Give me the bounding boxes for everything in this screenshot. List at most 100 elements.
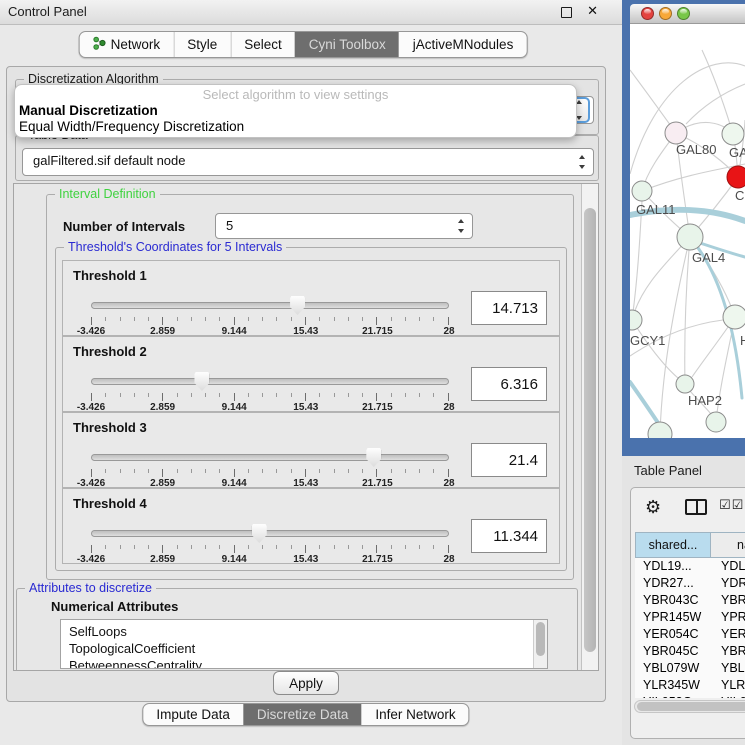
network-node-gal-top[interactable] xyxy=(722,123,744,145)
table-row[interactable]: YER054CYER0 xyxy=(635,626,745,643)
dropdown-option-manual-discretization[interactable]: Manual Discretization xyxy=(19,103,572,119)
network-node-node-bottom-left[interactable] xyxy=(648,422,672,438)
control-panel-titlebar: Control Panel ✕ xyxy=(0,0,622,25)
cell-shared-name: YDL19... xyxy=(635,558,709,575)
attribute-item-betweennesscentrality[interactable]: BetweennessCentrality xyxy=(61,657,533,669)
tab-select[interactable]: Select xyxy=(230,32,295,57)
tab-infer-network[interactable]: Infer Network xyxy=(361,704,468,725)
close-traffic-light[interactable] xyxy=(641,7,654,20)
gear-icon[interactable]: ⚙ xyxy=(645,494,661,520)
cell-shared-name: YBR045C xyxy=(635,643,709,660)
settings-scrollbar[interactable] xyxy=(581,184,598,670)
network-node-hap2[interactable] xyxy=(676,375,694,393)
float-window-icon[interactable] xyxy=(561,7,572,18)
tab-label: Cyni Toolbox xyxy=(309,37,386,52)
dropdown-option-equal-width-frequency-discretization[interactable]: Equal Width/Frequency Discretization xyxy=(19,119,572,135)
slider-thumb[interactable] xyxy=(366,448,381,467)
checkbox-icons[interactable]: ☑☑ xyxy=(719,497,744,513)
tab-style[interactable]: Style xyxy=(173,32,230,57)
slider-thumb[interactable] xyxy=(290,296,305,315)
node-label-gal4: GAL4 xyxy=(692,250,725,265)
cell-name: YDR2 xyxy=(709,575,745,592)
threshold-slider: -3.4262.8599.14415.4321.71528 xyxy=(91,447,449,485)
apply-button[interactable]: Apply xyxy=(273,671,339,695)
column-header-shared[interactable]: shared... xyxy=(636,533,711,557)
table-row[interactable]: YLR345WYLR3 xyxy=(635,677,745,694)
table-horizontal-scrollbar[interactable] xyxy=(634,700,745,713)
threshold-panel-4: Threshold 4 -3.4262.8599.14415.4321.71528… xyxy=(62,488,560,564)
threshold-label: Threshold 1 xyxy=(73,268,147,283)
settings-scroll-area: Interval Definition Number of Intervals … xyxy=(13,183,599,671)
network-node-gal4[interactable] xyxy=(677,224,703,250)
cell-name: YBL0 xyxy=(709,660,745,677)
table-header: shared...na xyxy=(635,532,745,558)
network-window-titlebar[interactable] xyxy=(630,4,745,24)
table-row[interactable]: YDL19...YDL1 xyxy=(635,558,745,575)
network-node-node-bottom[interactable] xyxy=(706,412,726,432)
slider-thumb[interactable] xyxy=(194,372,209,391)
scrollbar-thumb[interactable] xyxy=(584,208,596,652)
minimize-traffic-light[interactable] xyxy=(659,7,672,20)
tab-network[interactable]: Network xyxy=(80,32,174,57)
cell-shared-name: YBL079W xyxy=(635,660,709,677)
slider-track[interactable] xyxy=(91,378,449,385)
node-label-gal80: GAL80 xyxy=(676,142,716,157)
tick-label: 9.144 xyxy=(222,554,247,565)
table-row[interactable]: YDR27...YDR2 xyxy=(635,575,745,592)
slider-track[interactable] xyxy=(91,454,449,461)
threshold-value-field[interactable]: 6.316 xyxy=(471,367,547,401)
table-row[interactable]: YBR045CYBR0 xyxy=(635,643,745,660)
network-node-gal11[interactable] xyxy=(632,181,652,201)
table-row[interactable]: YBR043CYBR0 xyxy=(635,592,745,609)
slider-ticks xyxy=(91,545,449,553)
tab-discretize-data[interactable]: Discretize Data xyxy=(243,704,362,725)
tab-impute-data[interactable]: Impute Data xyxy=(143,704,243,725)
network-node-h[interactable] xyxy=(723,305,745,329)
scrollbar-thumb[interactable] xyxy=(536,622,545,656)
slider-ticks xyxy=(91,317,449,325)
combo-stepper-icon[interactable] xyxy=(456,218,467,234)
tick-label: 2.859 xyxy=(150,554,175,565)
slider-track[interactable] xyxy=(91,530,449,537)
network-view[interactable]: GAL80GACGAL11GAL4GCY1HHAP2 xyxy=(630,24,745,438)
cell-shared-name: YLR345W xyxy=(635,677,709,694)
tab-jactivemnodules[interactable]: jActiveMNodules xyxy=(399,32,527,57)
attributes-group: Attributes to discretize Numerical Attri… xyxy=(16,588,578,671)
network-node-gcy1[interactable] xyxy=(630,310,642,330)
threshold-value-field[interactable]: 14.713 xyxy=(471,291,547,325)
threshold-value-field[interactable]: 11.344 xyxy=(471,519,547,553)
slider-track[interactable] xyxy=(91,302,449,309)
columns-icon[interactable] xyxy=(685,499,707,515)
tick-label: 21.715 xyxy=(362,554,393,565)
number-of-intervals-combo[interactable]: 5 xyxy=(215,213,473,239)
threshold-slider: -3.4262.8599.14415.4321.71528 xyxy=(91,523,449,561)
network-node-selected-red[interactable] xyxy=(727,166,745,188)
cell-name: YLR3 xyxy=(709,677,745,694)
tab-cyni-toolbox[interactable]: Cyni Toolbox xyxy=(295,32,399,57)
algorithm-dropdown: Select algorithm to view settings Manual… xyxy=(14,84,577,138)
column-header-na[interactable]: na xyxy=(711,533,745,557)
table-row[interactable]: YPR145WYPR1 xyxy=(635,609,745,626)
cell-name: YPR1 xyxy=(709,609,745,626)
table-data-combo[interactable]: galFiltered.sif default node xyxy=(22,148,594,176)
tab-label: jActiveMNodules xyxy=(413,37,514,52)
table-row[interactable]: YIL052CYIL0 xyxy=(635,694,745,698)
cell-shared-name: YIL052C xyxy=(635,694,709,698)
table-toolbar: ⚙ ☑☑ xyxy=(631,492,745,522)
zoom-traffic-light[interactable] xyxy=(677,7,690,20)
bottom-tab-bar: Impute DataDiscretize Data Infer Network xyxy=(142,703,469,726)
network-node-gal80[interactable] xyxy=(665,122,687,144)
top-tab-bar: NetworkStyleSelect Cyni Toolbox jActiveMNo… xyxy=(79,31,528,58)
threshold-label: Threshold 4 xyxy=(73,496,147,511)
threshold-value-field[interactable]: 21.4 xyxy=(471,443,547,477)
attribute-item-topologicalcoefficient[interactable]: TopologicalCoefficient xyxy=(61,640,533,657)
scrollbar-thumb[interactable] xyxy=(637,702,745,711)
cell-shared-name: YBR043C xyxy=(635,592,709,609)
slider-thumb[interactable] xyxy=(252,524,267,543)
combo-stepper-icon[interactable] xyxy=(577,154,588,170)
attribute-item-selfloops[interactable]: SelfLoops xyxy=(61,623,533,640)
list-scrollbar[interactable] xyxy=(533,620,547,668)
table-row[interactable]: YBL079WYBL0 xyxy=(635,660,745,677)
close-icon[interactable]: ✕ xyxy=(587,3,598,19)
tab-label: Infer Network xyxy=(375,707,455,722)
